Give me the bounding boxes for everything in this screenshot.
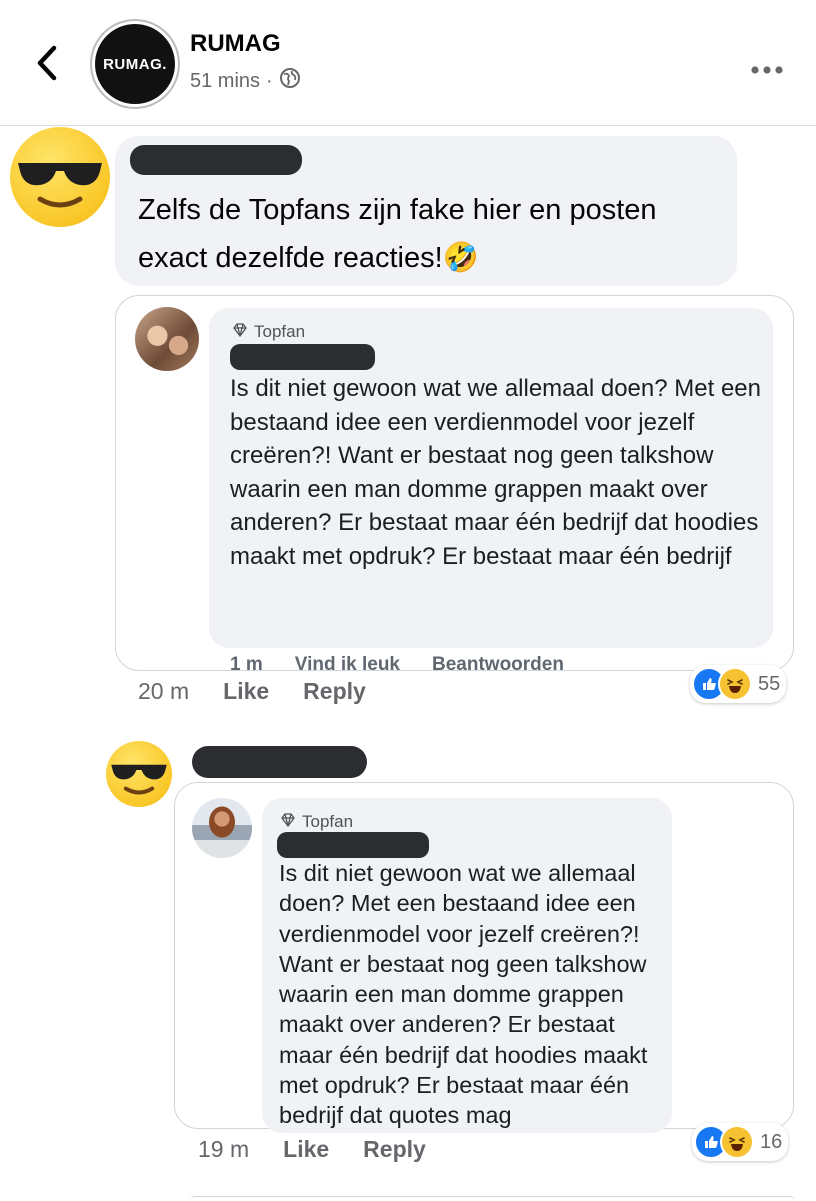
embedded-comment-text: Is dit niet gewoon wat we allemaal doen?… (230, 375, 761, 570)
like-button[interactable]: Like (223, 678, 269, 705)
page-avatar[interactable]: RUMAG. (95, 24, 175, 104)
haha-reaction-icon (718, 667, 752, 701)
redacted-name (230, 344, 375, 370)
reaction-summary[interactable]: 16 (692, 1123, 789, 1161)
like-button[interactable]: Like (283, 1136, 329, 1163)
more-dots-icon[interactable] (750, 55, 784, 81)
embedded-avatar (135, 307, 199, 371)
page-name[interactable]: RUMAG (190, 30, 281, 58)
globe-icon (279, 67, 301, 95)
embedded-comment-text: Is dit niet gewoon wat we allemaal doen?… (279, 860, 648, 1128)
embedded-time: 1 m (230, 654, 263, 670)
sunglasses-emoji-icon[interactable] (10, 127, 110, 227)
embedded-comment-actions: 1 m Vind ik leuk Beantwoorden (230, 654, 650, 670)
reply-button[interactable]: Reply (303, 678, 366, 705)
reaction-count: 55 (758, 672, 781, 695)
redacted-name (277, 832, 429, 858)
post-time[interactable]: 51 mins (190, 70, 260, 93)
next-card-edge (190, 1196, 795, 1201)
reaction-count: 16 (760, 1130, 783, 1153)
comment-time[interactable]: 19 m (198, 1136, 249, 1163)
topfan-badge: Topfan (232, 322, 305, 342)
comment-actions: 20 m Like Reply (138, 678, 400, 705)
rofl-emoji: 🤣 (442, 242, 479, 274)
redacted-name (192, 746, 367, 778)
reaction-summary[interactable]: 55 (690, 665, 787, 703)
comment-time[interactable]: 20 m (138, 678, 189, 705)
reply-button[interactable]: Reply (363, 1136, 426, 1163)
diamond-icon (280, 812, 296, 832)
redacted-name (130, 145, 302, 175)
embedded-avatar (192, 798, 252, 858)
embedded-like: Vind ik leuk (294, 654, 400, 670)
embedded-reply: Beantwoorden (432, 654, 564, 670)
logo-text: RUMAG. (103, 55, 167, 73)
comment-actions: 19 m Like Reply (198, 1136, 460, 1163)
haha-reaction-icon (720, 1125, 754, 1159)
comment-text: Zelfs de Topfans zijn fake hier en poste… (138, 194, 657, 274)
sunglasses-emoji-icon[interactable] (106, 741, 172, 807)
back-chevron-icon[interactable] (30, 40, 66, 86)
post-timestamp: 51 mins · (190, 67, 301, 95)
diamond-icon (232, 322, 248, 342)
separator: · (266, 69, 273, 92)
topfan-badge: Topfan (280, 812, 353, 832)
